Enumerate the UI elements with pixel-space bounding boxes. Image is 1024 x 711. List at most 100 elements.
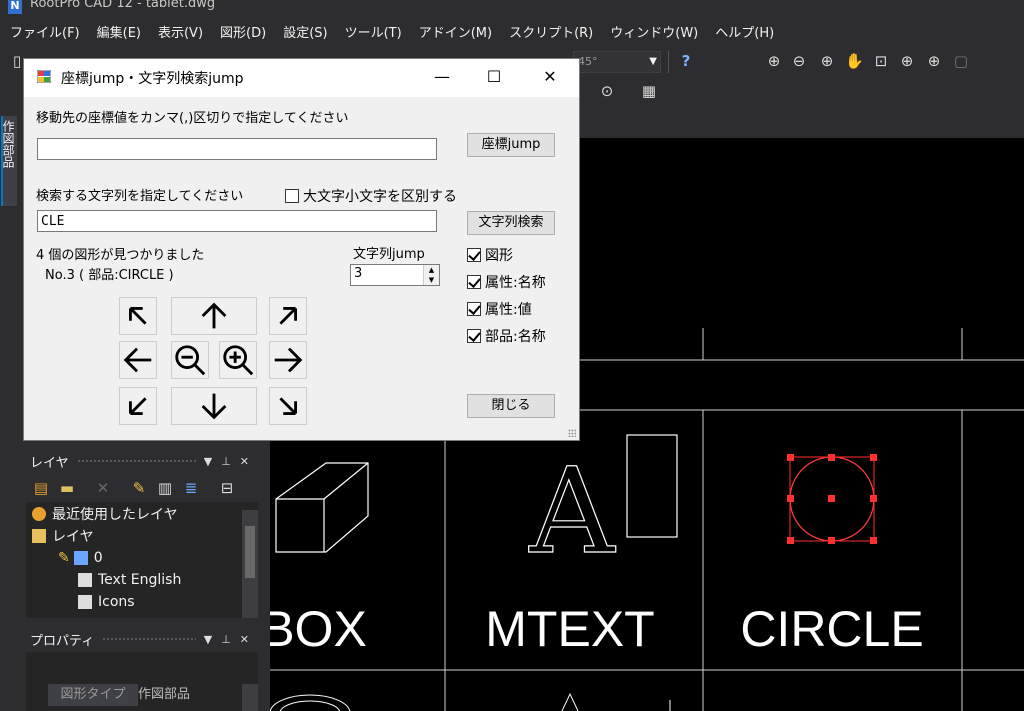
zoom-disabled-icon[interactable]: ▢ <box>952 52 970 70</box>
label-circle: CIRCLE <box>740 601 923 657</box>
maximize-icon[interactable]: ☐ <box>481 65 507 89</box>
tab-drawing-parts[interactable]: 作図部品 <box>138 684 190 706</box>
coord-input[interactable] <box>37 138 437 160</box>
layer-icon <box>78 573 92 587</box>
menu-draw[interactable]: 図形(D) <box>220 22 266 41</box>
clock-icon <box>32 507 46 521</box>
result-item-label: No.3 ( 部品:CIRCLE ) <box>45 268 174 283</box>
spinner-buttons[interactable]: ▲ ▼ <box>423 265 439 285</box>
menu-help[interactable]: ヘルプ(H) <box>715 22 774 41</box>
close-button[interactable]: 閉じる <box>467 394 555 418</box>
property-panel-header: プロパティ ▼ ⊥ ✕ <box>26 626 258 652</box>
layer-tree-item-0[interactable]: ✎ 0 <box>58 547 103 569</box>
mtext-shape[interactable]: A <box>528 434 678 581</box>
close-icon[interactable]: ✕ <box>537 65 563 89</box>
panel-grip[interactable] <box>76 459 196 463</box>
selection-grips[interactable] <box>787 454 877 544</box>
dialog-title-bar[interactable]: 座標jump・文字列検索jump — ☐ ✕ <box>24 59 579 97</box>
chevron-down-icon: ▼ <box>649 56 657 67</box>
menu-view[interactable]: 表示(V) <box>158 22 203 41</box>
menu-window[interactable]: ウィンドウ(W) <box>610 22 698 41</box>
menu-file[interactable]: ファイル(F) <box>10 22 80 41</box>
toolbar-separator <box>668 51 669 73</box>
layer-tree-item-icons[interactable]: Icons <box>78 591 135 613</box>
resize-grip[interactable] <box>568 429 576 437</box>
check-attr-value[interactable]: 属性:値 <box>467 299 532 319</box>
zoom-out-button[interactable] <box>171 341 209 379</box>
search-button[interactable]: 文字列検索 <box>467 211 555 235</box>
zoom-in-icon[interactable]: ⊕ <box>765 52 783 70</box>
pan-down-left-button[interactable] <box>119 387 157 425</box>
pin-icon[interactable]: ⊥ <box>221 455 231 468</box>
pan-hand-icon[interactable]: ✋ <box>845 52 864 70</box>
label-box: BOX <box>270 601 367 657</box>
panel-grip[interactable] <box>102 637 196 641</box>
case-sensitive-checkbox[interactable]: 大文字小文字を区別する <box>285 186 457 206</box>
title-bar: N RootPro CAD 12 - tablet.dwg <box>0 0 1024 16</box>
pan-right-button[interactable] <box>269 341 307 379</box>
tab-shape-type[interactable]: 図形タイプ <box>48 684 138 706</box>
pan-up-right-button[interactable] <box>269 297 307 335</box>
layer-tree-layers[interactable]: レイヤ <box>32 525 94 547</box>
new-layer-icon[interactable]: ▤ <box>32 479 50 497</box>
arrow-down-icon <box>201 393 227 420</box>
menu-settings[interactable]: 設定(S) <box>283 22 327 41</box>
partial-shapes-bottom <box>270 692 671 711</box>
zoom-all-icon[interactable]: ⊕ <box>898 52 916 70</box>
layer-props-icon[interactable]: ▥ <box>156 479 174 497</box>
zoom-out-icon[interactable]: ⊖ <box>790 52 808 70</box>
arrow-right-icon <box>274 347 303 373</box>
layer-tree-item-text-english[interactable]: Text English <box>78 569 181 591</box>
pin-icon[interactable]: ⊥ <box>221 633 231 646</box>
menu-script[interactable]: スクリプト(R) <box>509 22 593 41</box>
pan-down-button[interactable] <box>171 387 257 425</box>
menu-addin[interactable]: アドイン(M) <box>419 22 492 41</box>
help-icon[interactable]: ? <box>677 52 695 70</box>
layer-list-icon[interactable]: ≣ <box>182 479 200 497</box>
dimension-icon[interactable]: ⊙ <box>598 82 616 100</box>
search-input[interactable] <box>37 210 437 232</box>
scrollbar-thumb[interactable] <box>245 526 255 578</box>
check-attr-name[interactable]: 属性:名称 <box>467 272 546 292</box>
coord-jump-button[interactable]: 座標jump <box>467 133 555 157</box>
layer-toolbar: ▤ ▬ ✕ ✎ ▥ ≣ ⊟ <box>26 474 258 502</box>
minimize-icon[interactable]: — <box>429 65 455 89</box>
checkbox-box <box>467 275 481 289</box>
layer-tree-recent[interactable]: 最近使用したレイヤ <box>32 503 246 525</box>
dialog-app-icon <box>37 70 51 83</box>
jump-spinner[interactable]: 3 ▲ ▼ <box>350 264 440 286</box>
menu-edit[interactable]: 編集(E) <box>97 22 141 41</box>
check-shape[interactable]: 図形 <box>467 245 513 265</box>
arrow-up-right-icon <box>279 307 297 325</box>
delete-layer-icon[interactable]: ✕ <box>94 479 112 497</box>
zoom-in-button[interactable] <box>219 341 257 379</box>
pan-up-left-button[interactable] <box>119 297 157 335</box>
hatch-icon[interactable]: ▦ <box>640 82 658 100</box>
menu-tools[interactable]: ツール(T) <box>345 22 402 41</box>
zoom-extents-icon[interactable]: ⊡ <box>872 52 890 70</box>
layer-scrollbar[interactable] <box>242 510 258 618</box>
angle-combo[interactable]: 45° ▼ <box>573 51 661 73</box>
pan-left-button[interactable] <box>119 341 157 379</box>
zoom-window-icon[interactable]: ⊕ <box>818 52 836 70</box>
pan-down-right-button[interactable] <box>269 387 307 425</box>
box-3d-shape[interactable] <box>275 462 369 553</box>
selected-circle-shape[interactable] <box>787 454 877 544</box>
close-icon[interactable]: ✕ <box>240 455 249 468</box>
panel-dropdown-icon[interactable]: ▼ <box>204 455 212 468</box>
folder-layer-icon[interactable]: ▬ <box>58 479 76 497</box>
coord-label: 移動先の座標値をカンマ(,)区切りで指定してください <box>36 111 349 126</box>
check-part-name[interactable]: 部品:名称 <box>467 326 546 346</box>
panel-dropdown-icon[interactable]: ▼ <box>204 633 212 646</box>
pencil-icon[interactable]: ✎ <box>130 479 148 497</box>
jump-label: 文字列jump <box>353 247 425 262</box>
property-scrollbar[interactable] <box>242 684 258 711</box>
zoom-out-icon <box>175 345 206 376</box>
zoom-previous-icon[interactable]: ⊕ <box>925 52 943 70</box>
drawing-parts-tab[interactable]: 作図部品 <box>1 116 17 206</box>
close-icon[interactable]: ✕ <box>240 633 249 646</box>
layer-panel-title: レイヤ <box>30 455 69 471</box>
layer-filter-icon[interactable]: ⊟ <box>218 479 236 497</box>
label-mtext: MTEXT <box>485 601 654 657</box>
pan-up-button[interactable] <box>171 297 257 335</box>
